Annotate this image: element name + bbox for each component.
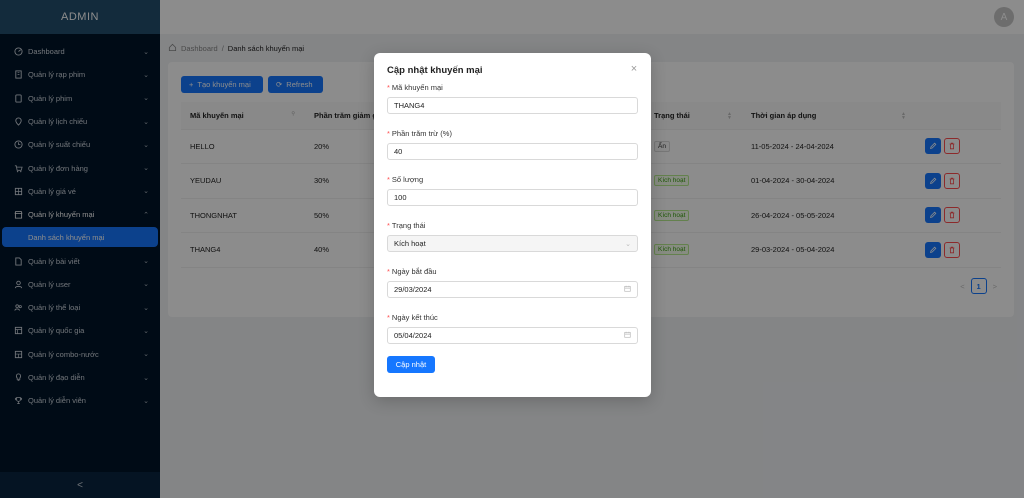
- quantity-input[interactable]: 100: [387, 189, 638, 206]
- code-input[interactable]: THANG4: [387, 97, 638, 114]
- update-button[interactable]: Cập nhật: [387, 356, 435, 373]
- field-label-quantity: * Số lượng: [387, 175, 424, 184]
- field-label-percent: * Phần trăm trừ (%): [387, 129, 452, 138]
- update-promotion-modal: Cập nhật khuyến mại × * Mã khuyến mại THA…: [374, 53, 651, 397]
- close-icon[interactable]: ×: [627, 62, 641, 76]
- field-label-start-date: * Ngày bắt đầu: [387, 267, 437, 276]
- end-date-picker[interactable]: 05/04/2024: [387, 327, 638, 344]
- field-label-code: * Mã khuyến mại: [387, 83, 443, 92]
- percent-input[interactable]: 40: [387, 143, 638, 160]
- start-date-picker[interactable]: 29/03/2024: [387, 281, 638, 298]
- field-label-status: * Trạng thái: [387, 221, 426, 230]
- chevron-down-icon: ⌄: [625, 240, 631, 248]
- field-label-end-date: * Ngày kết thúc: [387, 313, 438, 322]
- modal-title: Cập nhật khuyến mại: [387, 65, 483, 76]
- calendar-icon: [624, 331, 631, 340]
- status-select[interactable]: Kích hoạt ⌄: [387, 235, 638, 252]
- calendar-icon: [624, 285, 631, 294]
